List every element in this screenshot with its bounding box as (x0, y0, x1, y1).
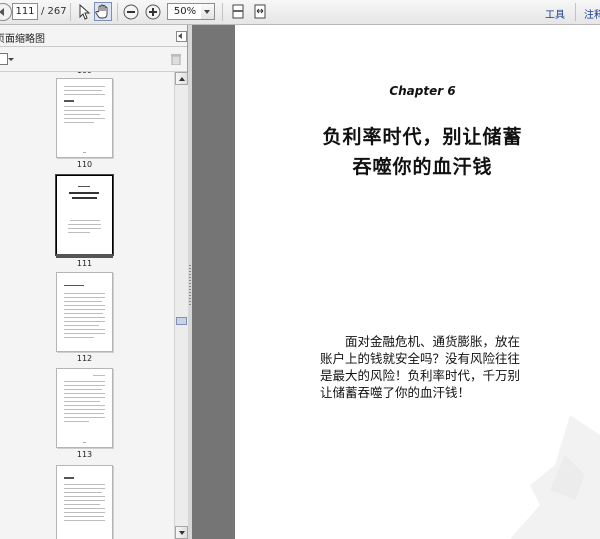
intro-line: 账户上的钱就安全吗？没有风险往往 (320, 351, 521, 366)
tools-menu[interactable]: 工具 (545, 6, 565, 25)
scroll-thumb[interactable] (176, 317, 187, 325)
toolbar-divider (70, 3, 71, 21)
chapter-intro: 面对金融危机、通货膨胀，放在 账户上的钱就安全吗？没有风险往往 是最大的风险！负… (320, 333, 560, 401)
thumbnail-label: 113 (76, 450, 93, 459)
thumbnail-label: 111 (76, 259, 93, 268)
chapter-title-line-1: 负利率时代，别让储蓄 (322, 126, 523, 148)
toolbar: 111 / 267 50% 工具 注释 (0, 0, 600, 25)
scroll-up-icon[interactable] (175, 72, 188, 85)
chapter-title-line-2: 吞噬你的血汗钱 (352, 156, 493, 178)
zoom-in-icon[interactable] (144, 2, 162, 21)
thumbnail-label: 109 (56, 72, 113, 75)
thumbnail-panel: 页面缩略图 109 110 (0, 25, 188, 539)
fit-page-icon[interactable] (229, 2, 247, 21)
zoom-input[interactable]: 50% (167, 3, 203, 20)
page-thumbnail-114[interactable] (56, 465, 113, 539)
decorative-watermark (510, 415, 600, 539)
toolbar-divider (117, 3, 118, 21)
previous-page-icon[interactable] (0, 3, 12, 21)
page-thumbnail-112[interactable] (56, 272, 113, 352)
comment-menu[interactable]: 注释 (584, 6, 600, 25)
page-total: / 267 (41, 6, 67, 17)
splitter-grip[interactable] (189, 265, 191, 305)
document-view[interactable]: Chapter 6 负利率时代，别让储蓄 吞噬你的血汗钱 面对金融危机、通货膨胀… (192, 25, 600, 539)
panel-close-icon[interactable] (176, 31, 187, 42)
page-thumbnail-111[interactable] (56, 175, 113, 255)
zoom-dropdown-icon[interactable] (201, 3, 215, 20)
thumbnail-list[interactable]: 109 110 111 (0, 72, 174, 539)
panel-options-bar (0, 47, 187, 72)
fit-width-icon[interactable] (251, 2, 269, 21)
page-thumbnail-113[interactable] (56, 368, 113, 448)
chapter-heading: Chapter 6 (389, 84, 456, 98)
intro-line: 让储蓄吞噬了你的血汗钱！ (320, 385, 471, 400)
options-dropdown-icon[interactable] (8, 58, 14, 61)
intro-line: 面对金融危机、通货膨胀，放在 (345, 334, 521, 349)
hand-tool-icon[interactable] (94, 2, 112, 21)
toolbar-divider (575, 3, 576, 21)
intro-line: 是最大的风险！负利率时代，千万别 (320, 368, 521, 383)
select-tool-icon[interactable] (75, 2, 93, 21)
document-page: Chapter 6 负利率时代，别让储蓄 吞噬你的血汗钱 面对金融危机、通货膨胀… (235, 25, 600, 539)
options-icon[interactable] (0, 53, 8, 65)
current-page-indicator (56, 254, 113, 258)
thumbnail-label: 110 (76, 160, 93, 169)
trash-icon[interactable] (171, 53, 181, 66)
panel-title: 页面缩略图 (0, 34, 45, 45)
page-number-input[interactable]: 111 (12, 3, 38, 20)
scroll-down-icon[interactable] (175, 526, 188, 539)
thumbnail-label: 112 (76, 354, 93, 363)
page-thumbnail-110[interactable] (56, 78, 113, 158)
toolbar-divider (222, 3, 223, 21)
panel-header: 页面缩略图 (0, 25, 187, 47)
zoom-out-icon[interactable] (122, 2, 140, 21)
thumbnail-scrollbar[interactable] (174, 72, 188, 539)
